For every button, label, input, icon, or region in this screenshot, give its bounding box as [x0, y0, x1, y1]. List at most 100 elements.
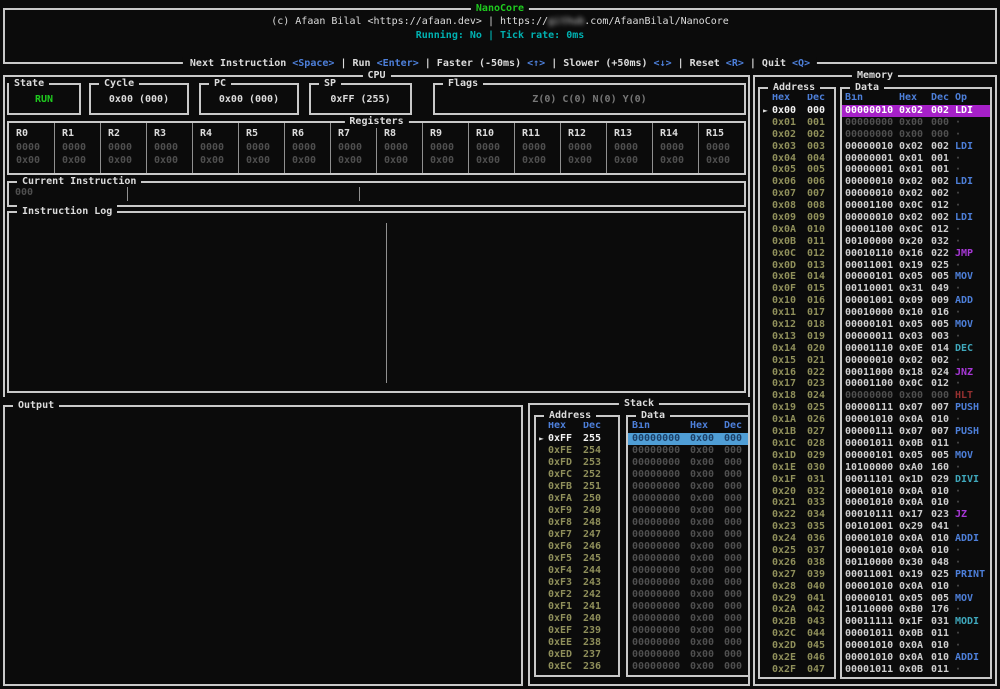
memory-address-row: 0x12018	[760, 319, 834, 331]
memory-addr-dec: 013	[807, 260, 833, 272]
selected-row-arrow	[762, 283, 772, 295]
memory-data-bin: 00001011	[845, 664, 899, 676]
memory-data-dec: 010	[931, 652, 955, 664]
menu-item-next-instruction[interactable]: Next Instruction <Space>	[190, 58, 335, 69]
memory-address-row: 0x01001	[760, 117, 834, 129]
memory-addr-hex: 0x0D	[772, 260, 807, 272]
selected-row-arrow	[762, 450, 772, 462]
selected-row-arrow	[762, 474, 772, 486]
register-r6: R600000x00	[285, 123, 331, 173]
memory-data-dec: 032	[931, 236, 955, 248]
memory-data-row: 000010100x0A010·	[842, 640, 990, 652]
memory-data-hex: 0x0B	[899, 628, 931, 640]
memory-data-hex: 0x18	[899, 367, 931, 379]
memory-address-box: Address Hex Dec ►0x000000x010010x020020x…	[758, 87, 836, 679]
menu-item-faster[interactable]: Faster (-50ms) <↑>	[437, 58, 545, 69]
selected-row-arrow	[762, 260, 772, 272]
selected-row-arrow	[538, 457, 548, 469]
memory-data-op: ·	[955, 462, 990, 474]
stack-addr-hex: 0xFB	[548, 481, 583, 493]
menu-item-slower[interactable]: Slower (+50ms) <↓>	[563, 58, 671, 69]
selected-row-arrow	[762, 593, 772, 605]
selected-row-arrow	[538, 601, 548, 613]
memory-data-hex: 0xB0	[899, 604, 931, 616]
memory-data-row: 000010110x0B011·	[842, 438, 990, 450]
memory-data-dec: 011	[931, 628, 955, 640]
memory-data-row: 000101100x16022JMP	[842, 248, 990, 260]
memory-addr-hex: 0x1E	[772, 462, 807, 474]
stack-data-hex: 0x00	[690, 661, 724, 673]
selected-row-arrow	[762, 295, 772, 307]
memory-data-op: HLT	[955, 390, 990, 402]
stack-address-row: 0xFB251	[536, 481, 618, 493]
register-hex-value: 0x00	[62, 154, 100, 167]
stack-data-bin: 00000000	[632, 649, 690, 661]
memory-data-bin: 00001011	[845, 438, 899, 450]
stack-data-bin: 00000000	[632, 505, 690, 517]
stack-data-title: Data	[636, 409, 670, 422]
memory-data-row: 000001010x05005MOV	[842, 319, 990, 331]
memory-data-dec: 012	[931, 224, 955, 236]
memory-data-op: ·	[955, 521, 990, 533]
memory-data-op: ·	[955, 331, 990, 343]
stack-addr-hex: 0xEF	[548, 625, 583, 637]
stack-addr-dec: 247	[583, 529, 609, 541]
header-panel: NanoCore (c) Afaan Bilal <https://afaan.…	[3, 8, 997, 64]
memory-addr-hex: 0x15	[772, 355, 807, 367]
memory-addr-hex: 0x28	[772, 581, 807, 593]
menu-item-reset[interactable]: Reset <R>	[690, 58, 744, 69]
register-r10: R1000000x00	[469, 123, 515, 173]
memory-address-row: 0x2E046	[760, 652, 834, 664]
register-r9: R900000x00	[423, 123, 469, 173]
memory-address-row: ►0x00000	[760, 105, 834, 117]
stack-data-dec: 000	[724, 493, 746, 505]
memory-address-row: 0x29041	[760, 593, 834, 605]
memory-data-row: 001010010x29041·	[842, 521, 990, 533]
selected-row-arrow	[538, 517, 548, 529]
stack-data-hex: 0x00	[690, 553, 724, 565]
memory-addr-dec: 002	[807, 129, 833, 141]
register-r5: R500000x00	[239, 123, 285, 173]
memory-addr-hex: 0x25	[772, 545, 807, 557]
memory-data-row: 000001010x05005MOV	[842, 593, 990, 605]
memory-data-hex: 0x0A	[899, 486, 931, 498]
memory-data-row: 000010110x0B011·	[842, 628, 990, 640]
memory-data-dec: 025	[931, 569, 955, 581]
memory-data-row: 000111110x1F031MODI	[842, 616, 990, 628]
copyright-line: (c) Afaan Bilal <https://afaan.dev> | ht…	[5, 16, 995, 27]
memory-col-dec2: Dec	[931, 91, 955, 105]
register-hex-value: 0x00	[430, 154, 468, 167]
current-instruction-content: 000	[9, 183, 744, 205]
menu-item-run[interactable]: Run <Enter>	[352, 58, 418, 69]
selected-row-arrow	[762, 616, 772, 628]
registers-box: Registers R000000x00R100000x00R200000x00…	[7, 121, 746, 175]
memory-addr-dec: 019	[807, 331, 833, 343]
memory-data-bin: 00010000	[845, 307, 899, 319]
memory-data-op: MOV	[955, 319, 990, 331]
stack-addr-dec: 240	[583, 613, 609, 625]
stack-data-dec: 000	[724, 613, 746, 625]
register-dec-value: 0000	[522, 141, 560, 154]
memory-data-bin: 10100000	[845, 462, 899, 474]
memory-address-row: 0x23035	[760, 521, 834, 533]
memory-addr-hex: 0x00	[772, 105, 807, 117]
memory-addr-dec: 022	[807, 367, 833, 379]
selected-row-arrow	[762, 521, 772, 533]
memory-data-bin: 00011000	[845, 367, 899, 379]
menu-item-quit[interactable]: Quit <Q>	[762, 58, 810, 69]
stack-address-row: 0xF4244	[536, 565, 618, 577]
selected-row-arrow	[762, 414, 772, 426]
selected-row-arrow	[762, 236, 772, 248]
stack-data-row: 000000000x00000	[628, 505, 748, 517]
memory-data-bin: 00000101	[845, 593, 899, 605]
memory-addr-hex: 0x2C	[772, 628, 807, 640]
selected-row-arrow	[538, 553, 548, 565]
selected-row-arrow	[538, 541, 548, 553]
memory-address-row: 0x28040	[760, 581, 834, 593]
stack-addr-dec: 245	[583, 553, 609, 565]
memory-addr-hex: 0x2A	[772, 604, 807, 616]
memory-data-bin: 00000010	[845, 176, 899, 188]
memory-addr-hex: 0x27	[772, 569, 807, 581]
register-name: R15	[706, 126, 744, 141]
memory-data-op: ·	[955, 581, 990, 593]
